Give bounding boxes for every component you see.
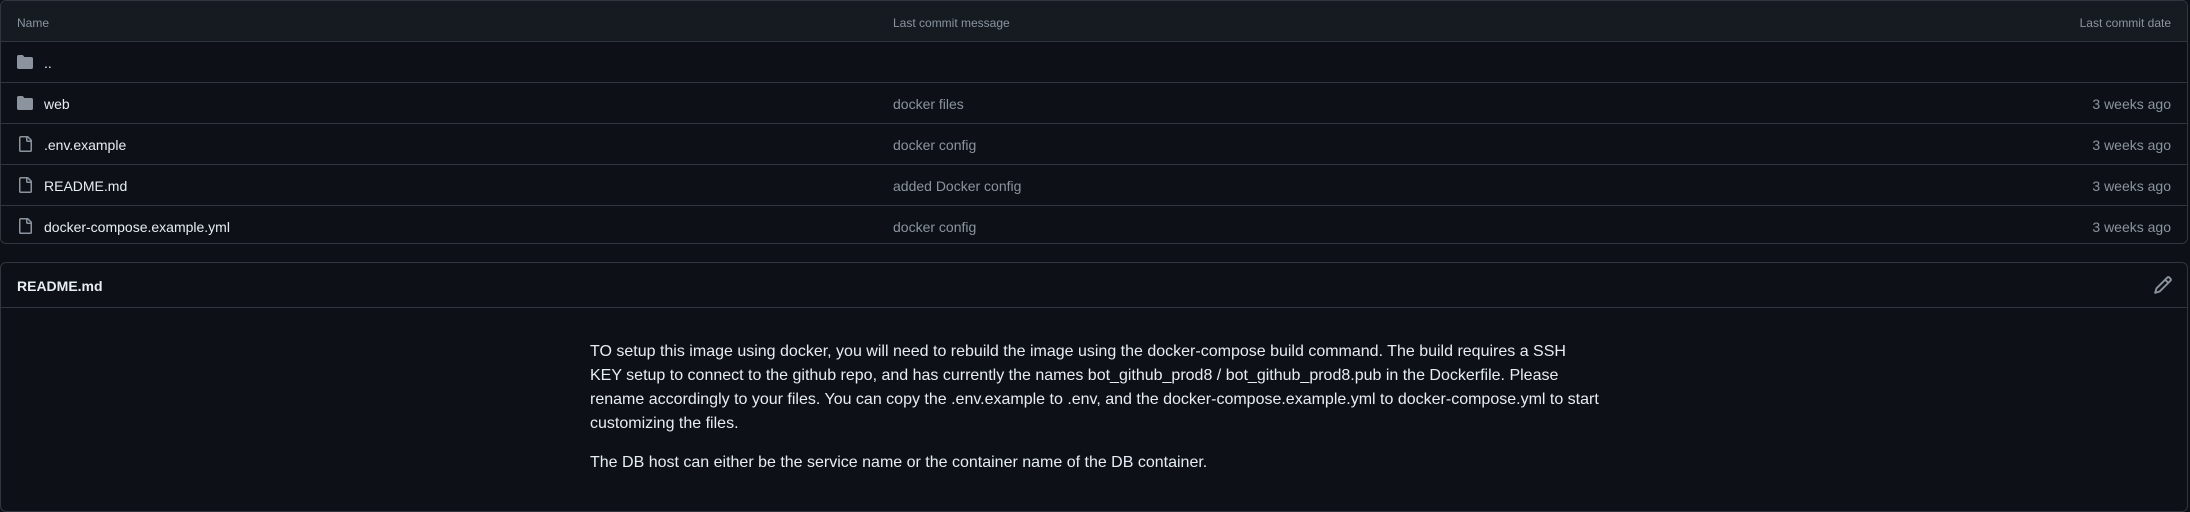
column-header-message: Last commit message [893,16,1010,30]
pencil-icon[interactable] [2153,275,2173,295]
file-icon [19,136,32,152]
commit-date: 3 weeks ago [2092,96,2171,112]
file-name-link[interactable]: web [44,96,70,112]
commit-message-link[interactable]: docker files [893,96,964,112]
file-table: Name Last commit message Last commit dat… [0,0,2188,244]
table-row[interactable]: web docker files 3 weeks ago [1,83,2187,124]
file-name-link[interactable]: README.md [44,178,127,194]
table-row[interactable]: .env.example docker config 3 weeks ago [1,124,2187,165]
column-header-date: Last commit date [2079,16,2171,30]
table-header: Name Last commit message Last commit dat… [1,1,2187,42]
file-name-link[interactable]: .. [44,55,52,71]
commit-message-link[interactable]: added Docker config [893,178,1021,194]
commit-message-link[interactable]: docker config [893,219,976,235]
table-row[interactable]: .. [1,42,2187,83]
readme-header: README.md [1,263,2187,308]
readme-paragraph: The DB host can either be the service na… [590,454,1208,471]
readme-content: TO setup this image using docker, you wi… [590,340,1600,490]
readme-panel: README.md TO setup this image using dock… [0,262,2188,512]
commit-date: 3 weeks ago [2092,178,2171,194]
table-row[interactable]: README.md added Docker config 3 weeks ag… [1,165,2187,206]
readme-paragraph: TO setup this image using docker, you wi… [590,343,1599,432]
column-header-name: Name [17,16,50,30]
folder-icon [17,96,33,110]
folder-icon [17,55,33,69]
commit-date: 3 weeks ago [2092,137,2171,153]
table-row[interactable]: docker-compose.example.yml docker config… [1,206,2187,243]
readme-title: README.md [17,278,103,294]
commit-message-link[interactable]: docker config [893,137,976,153]
commit-date: 3 weeks ago [2092,219,2171,235]
file-name-link[interactable]: docker-compose.example.yml [44,219,230,235]
file-icon [19,218,32,234]
file-icon [19,177,32,193]
file-name-link[interactable]: .env.example [44,137,126,153]
